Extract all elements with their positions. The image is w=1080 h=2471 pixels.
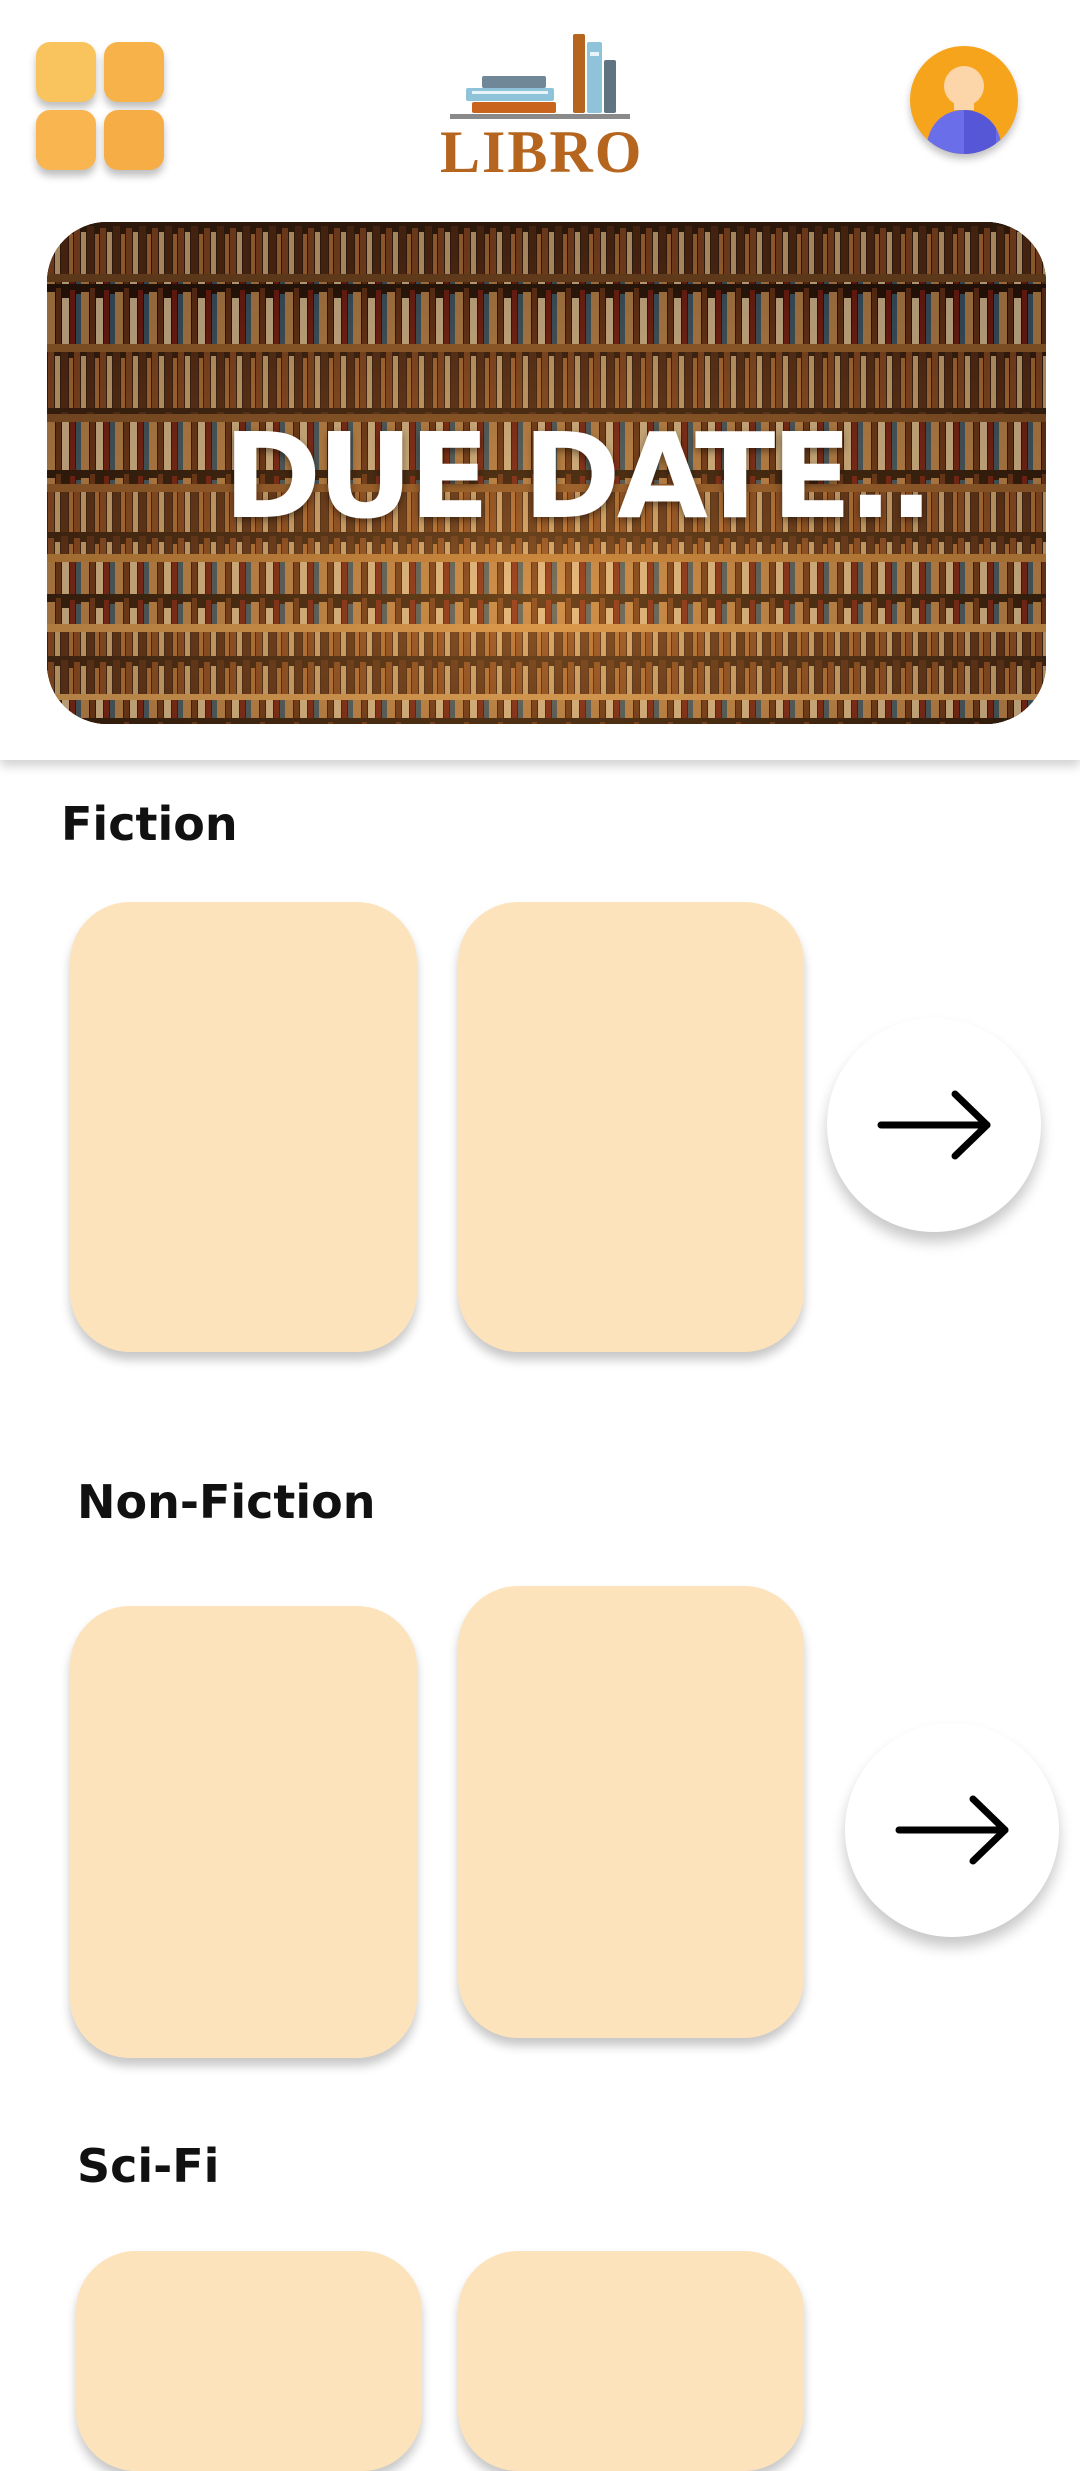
arrow-right-icon[interactable] <box>845 1723 1059 1937</box>
book-card[interactable] <box>70 902 417 1352</box>
libro-logo: LIBRO <box>430 30 650 185</box>
menu-tile <box>104 42 164 102</box>
due-date-banner[interactable]: DUE DATE.. <box>47 222 1046 724</box>
menu-tile <box>36 110 96 170</box>
menu-tile <box>36 42 96 102</box>
arrow-right-icon[interactable] <box>827 1018 1041 1232</box>
section-title-non-fiction: Non-Fiction <box>77 1475 376 1529</box>
book-card[interactable] <box>458 1586 804 2038</box>
book-card[interactable] <box>76 2251 422 2471</box>
section-title-sci-fi: Sci-Fi <box>77 2139 220 2193</box>
section-title-fiction: Fiction <box>61 797 238 851</box>
book-card[interactable] <box>70 1606 417 2058</box>
bookshelf-icon <box>450 34 630 119</box>
logo-text: LIBRO <box>440 119 644 185</box>
user-avatar-icon[interactable] <box>910 46 1018 154</box>
banner-title: DUE DATE.. <box>223 407 933 545</box>
book-card[interactable] <box>458 2251 804 2471</box>
menu-tile <box>104 110 164 170</box>
book-card[interactable] <box>458 902 804 1352</box>
grid-menu-icon[interactable] <box>36 42 170 176</box>
app-header: LIBRO DUE DATE.. <box>0 0 1080 760</box>
